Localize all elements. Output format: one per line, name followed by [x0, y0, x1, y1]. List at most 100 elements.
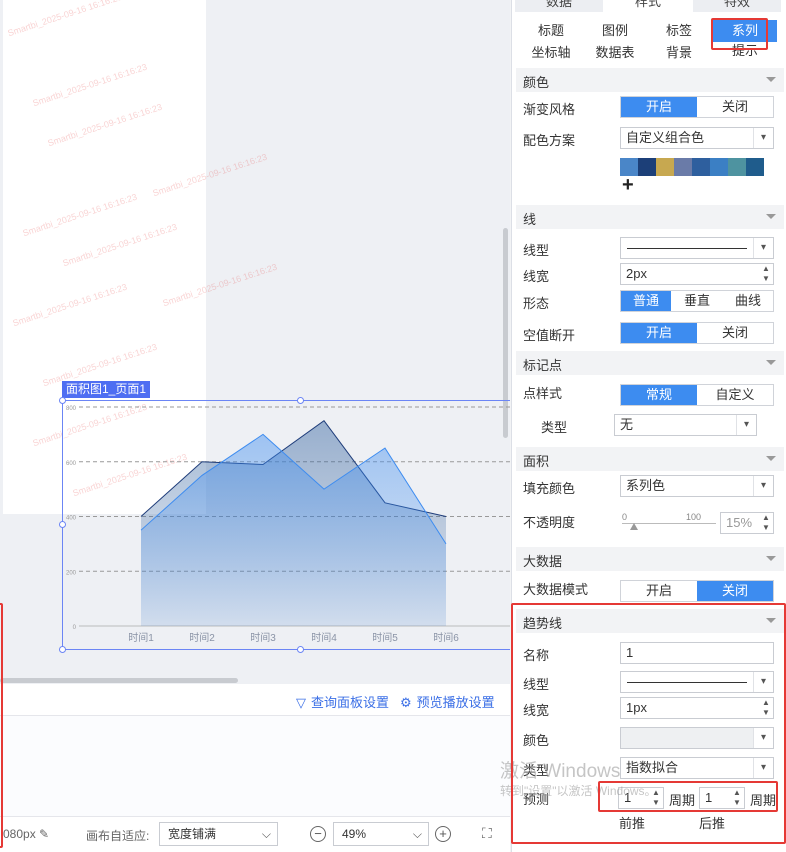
- stepper-icon[interactable]: ▲ ▼: [759, 513, 773, 533]
- stepper-icon[interactable]: ▲ ▼: [759, 264, 773, 284]
- tab-background[interactable]: 背景: [647, 42, 711, 64]
- fullscreen-icon[interactable]: ⛶: [482, 825, 492, 842]
- section-trendline[interactable]: 趋势线: [516, 609, 784, 633]
- zoom-out-button[interactable]: −: [310, 826, 326, 842]
- opacity-input[interactable]: 15% ▲ ▼: [720, 512, 774, 534]
- tab-tooltip[interactable]: 提示: [713, 42, 777, 56]
- chevron-down-icon: ▾: [753, 128, 773, 148]
- color-swatch-4[interactable]: [674, 158, 692, 176]
- edit-icon[interactable]: ✎: [39, 827, 49, 841]
- gradient-on-option[interactable]: 开启: [621, 97, 697, 117]
- bigdata-on-option[interactable]: 开启: [621, 581, 697, 601]
- line-width-input[interactable]: 2px ▲ ▼: [620, 263, 774, 285]
- caret-down-icon: [766, 360, 776, 365]
- tab-label[interactable]: 标签: [647, 20, 711, 42]
- color-swatch-8[interactable]: [746, 158, 764, 176]
- query-bar: ▽ 查询面板设置 ⚙ 预览播放设置: [0, 684, 510, 716]
- design-canvas[interactable]: Smartbi_2025-09-16 16:16:23 Smartbi_2025-…: [0, 0, 510, 684]
- tab-datatable[interactable]: 数据表: [583, 42, 647, 64]
- tab-axis[interactable]: 坐标轴: [519, 42, 583, 64]
- trend-kind-select[interactable]: 指数拟合 ▾: [620, 757, 774, 779]
- null-break-off-option[interactable]: 关闭: [697, 323, 773, 343]
- x-tick-label: 时间3: [250, 631, 276, 644]
- trend-width-value: 1px: [626, 700, 647, 715]
- solid-line-sample: [627, 682, 747, 683]
- tab-series[interactable]: 系列: [713, 20, 777, 42]
- chart-component-label[interactable]: 面积图1_页面1: [62, 381, 151, 398]
- caret-down-icon: [766, 618, 776, 623]
- color-swatch-5[interactable]: [692, 158, 710, 176]
- section-marker[interactable]: 标记点: [516, 351, 784, 375]
- trend-width-input[interactable]: 1px ▲ ▼: [620, 697, 774, 719]
- slider-thumb[interactable]: [630, 523, 638, 530]
- null-break-on-option[interactable]: 开启: [621, 323, 697, 343]
- backward-caption: 后推: [699, 816, 726, 831]
- marker-custom-option[interactable]: 自定义: [697, 385, 773, 405]
- fill-color-select[interactable]: 系列色 ▾: [620, 475, 774, 497]
- windows-activation-subtitle: 转到"设置"以激活 Windows。: [500, 784, 657, 798]
- section-area[interactable]: 面积: [516, 447, 784, 471]
- tab-data[interactable]: 数据: [515, 0, 603, 12]
- gradient-off-option[interactable]: 关闭: [697, 97, 773, 117]
- color-swatch-6[interactable]: [710, 158, 728, 176]
- chevron-down-icon: ▾: [753, 238, 773, 258]
- chevron-down-icon: ⌵: [261, 827, 271, 841]
- tab-legend[interactable]: 图例: [583, 20, 647, 42]
- section-color[interactable]: 颜色: [516, 68, 784, 92]
- canvas-horizontal-scrollbar[interactable]: [0, 678, 238, 683]
- marker-style-toggle: 常规 自定义: [620, 384, 774, 406]
- backward-period-input[interactable]: 1 ▲ ▼: [699, 787, 745, 809]
- resize-handle-bottom-left[interactable]: [59, 646, 66, 653]
- add-color-icon[interactable]: +: [622, 174, 634, 197]
- y-tick-label: 400: [66, 516, 77, 522]
- tab-effects[interactable]: 特效: [693, 0, 781, 12]
- color-swatch-2[interactable]: [638, 158, 656, 176]
- canvas-adapt-select[interactable]: 宽度铺满 ⌵: [159, 822, 278, 846]
- opacity-slider[interactable]: 0 100: [620, 512, 716, 534]
- bigdata-off-option[interactable]: 关闭: [697, 581, 773, 601]
- shape-curve-option[interactable]: 曲线: [723, 291, 773, 311]
- section-title: 线: [523, 212, 537, 227]
- section-bigdata[interactable]: 大数据: [516, 547, 784, 571]
- trend-name-value: 1: [626, 645, 634, 660]
- trend-name-label: 名称: [523, 648, 550, 663]
- color-swatches: [620, 158, 764, 176]
- line-type-select[interactable]: ▾: [620, 237, 774, 259]
- color-swatch-3[interactable]: [656, 158, 674, 176]
- trend-name-input[interactable]: 1: [620, 642, 774, 664]
- resize-handle-top[interactable]: [297, 397, 304, 404]
- marker-type-value: 无: [620, 417, 634, 432]
- shape-vertical-option[interactable]: 垂直: [671, 291, 723, 311]
- tab-style[interactable]: 样式: [604, 0, 692, 12]
- windows-activation-title: 激活 Windows: [500, 761, 621, 782]
- section-title: 趋势线: [523, 616, 563, 631]
- line-width-label: 线宽: [523, 269, 550, 284]
- stepper-icon[interactable]: ▲ ▼: [759, 698, 773, 718]
- zoom-select[interactable]: 49% ⌵: [333, 822, 429, 846]
- stepper-icon[interactable]: ▲ ▼: [730, 788, 744, 808]
- solid-line-sample: [627, 248, 747, 249]
- area-chart-component[interactable]: 0 200 400 600 800 时间1 时间2 时间3 时间4 时间5 时间6: [62, 400, 510, 650]
- resize-handle-bottom[interactable]: [297, 646, 304, 653]
- marker-normal-option[interactable]: 常规: [621, 385, 697, 405]
- trend-color-picker[interactable]: ▾: [620, 727, 774, 749]
- zoom-in-button[interactable]: +: [435, 826, 451, 842]
- chevron-down-icon: ▾: [753, 476, 773, 496]
- color-swatch-7[interactable]: [728, 158, 746, 176]
- query-panel-settings-link[interactable]: ▽ 查询面板设置: [296, 692, 389, 711]
- resize-handle-left[interactable]: [59, 521, 66, 528]
- section-line[interactable]: 线: [516, 205, 784, 229]
- shape-normal-option[interactable]: 普通: [621, 291, 671, 311]
- tab-title[interactable]: 标题: [519, 20, 583, 42]
- opacity-label: 不透明度: [523, 515, 576, 530]
- trend-line-type-select[interactable]: ▾: [620, 671, 774, 693]
- status-bar: 080px ✎ 画布自适应: 宽度铺满 ⌵ − 49% ⌵ + ⛶: [0, 816, 510, 852]
- area-chart: 0 200 400 600 800 时间1 时间2 时间3 时间4 时间5 时间6: [66, 406, 510, 644]
- resize-handle-top-left[interactable]: [59, 397, 66, 404]
- marker-style-label: 点样式: [523, 386, 563, 401]
- color-scheme-select[interactable]: 自定义组合色 ▾: [620, 127, 774, 149]
- marker-type-select[interactable]: 无 ▾: [614, 414, 757, 436]
- preview-settings-link[interactable]: ⚙ 预览播放设置: [400, 692, 495, 711]
- scheme-value: 自定义组合色: [626, 130, 705, 145]
- chevron-down-icon: ⌵: [412, 827, 422, 841]
